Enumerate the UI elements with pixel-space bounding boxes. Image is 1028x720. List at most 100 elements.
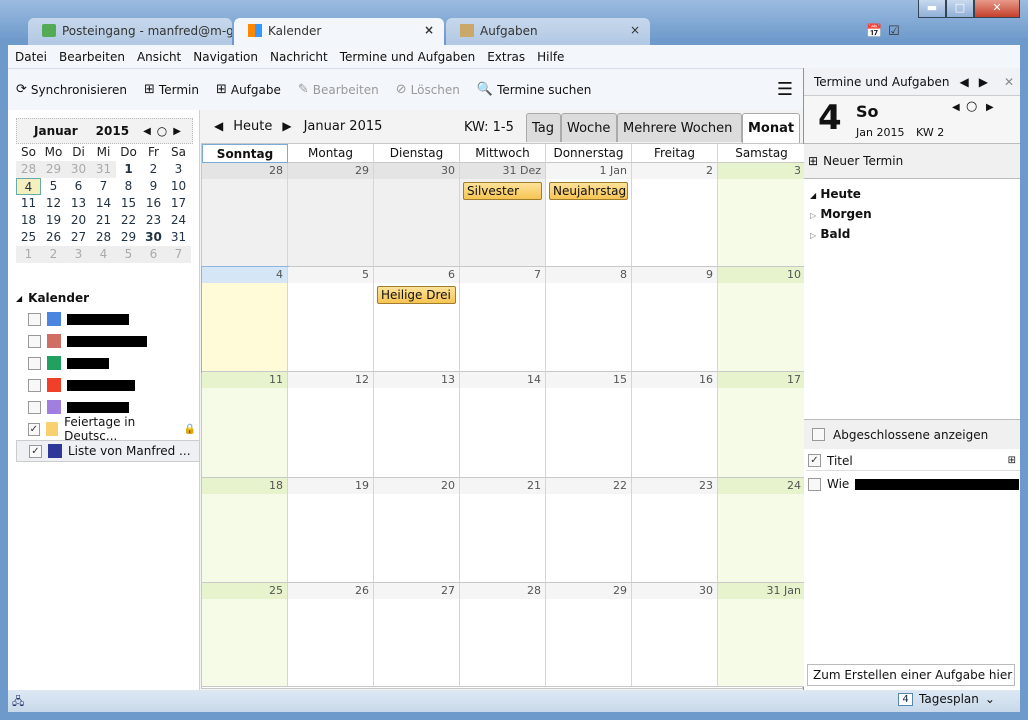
new-task-input[interactable]: Zum Erstellen einer Aufgabe hier klick (807, 664, 1015, 686)
new-event-button[interactable]: ⊞ Termin (144, 82, 199, 97)
minical-day[interactable]: 6 (141, 246, 166, 263)
delete-button[interactable]: ⊘ Löschen (396, 82, 460, 97)
day-cell[interactable]: 28 (460, 583, 546, 687)
minical-day[interactable]: 4 (91, 246, 116, 263)
edit-button[interactable]: ✎ Bearbeiten (298, 82, 379, 97)
minical-day[interactable]: 9 (141, 178, 166, 195)
today-circle-icon[interactable]: ○ (157, 124, 167, 138)
group-soon[interactable]: ▷ Bald (810, 225, 1020, 245)
event[interactable]: Neujahrstag (549, 182, 628, 200)
day-cell[interactable]: 19 (288, 478, 374, 583)
minical-day[interactable]: 2 (141, 161, 166, 178)
day-cell[interactable]: 2 (632, 163, 718, 267)
app-menu-button[interactable]: ☰ (777, 79, 793, 100)
minical-day[interactable]: 26 (41, 229, 66, 246)
minical-day[interactable]: 29 (41, 161, 66, 178)
day-cell[interactable]: 25 (202, 583, 288, 687)
calendar-item[interactable] (16, 308, 200, 330)
minical-day[interactable]: 23 (141, 212, 166, 229)
minical-day[interactable]: 7 (166, 246, 191, 263)
day-cell[interactable]: 30 (632, 583, 718, 687)
day-cell[interactable]: 10 (718, 267, 806, 372)
column-picker-icon[interactable]: ⊞ (1008, 455, 1016, 466)
minical-day[interactable]: 19 (41, 212, 66, 229)
minical-day[interactable]: 21 (91, 212, 116, 229)
minical-day[interactable]: 20 (66, 212, 91, 229)
next-icon[interactable]: ▶ (282, 119, 291, 133)
view-tab-monat[interactable]: Monat (742, 113, 800, 143)
task-row[interactable]: Wie (806, 474, 1020, 494)
close-tab-icon[interactable]: × (630, 23, 640, 37)
task-mode-icon[interactable]: ☑ (888, 24, 900, 39)
menu-bearbeiten[interactable]: Bearbeiten (59, 50, 125, 64)
menu-navigation[interactable]: Navigation (193, 50, 258, 64)
calendar-item[interactable] (16, 374, 200, 396)
calendar-item[interactable]: ✓ Liste von Manfred ... (16, 440, 200, 462)
minical-day[interactable]: 30 (66, 161, 91, 178)
day-cell[interactable]: 28 (202, 163, 288, 267)
day-cell[interactable]: 22 (546, 478, 632, 583)
day-cell[interactable]: 11 (202, 372, 288, 478)
minical-day[interactable]: 13 (66, 195, 91, 212)
minical-day[interactable]: 14 (91, 195, 116, 212)
minical-day[interactable]: 27 (66, 229, 91, 246)
minical-day[interactable]: 1 (16, 246, 41, 263)
day-cell[interactable]: 17 (718, 372, 806, 478)
minical-day[interactable]: 16 (141, 195, 166, 212)
show-completed-checkbox[interactable]: Abgeschlossene anzeigen (804, 419, 1020, 449)
minical-day[interactable]: 6 (66, 178, 91, 195)
day-cell[interactable]: 15 (546, 372, 632, 478)
minical-day[interactable]: 30 (141, 229, 166, 246)
minical-month[interactable]: Januar (34, 124, 78, 138)
calendar-item[interactable] (16, 330, 200, 352)
minical-day[interactable]: 25 (16, 229, 41, 246)
calendar-checkbox[interactable] (28, 334, 41, 348)
next-icon[interactable]: ▶ (979, 75, 988, 89)
menu-nachricht[interactable]: Nachricht (270, 50, 328, 64)
minical-day[interactable]: 3 (66, 246, 91, 263)
minical-day[interactable]: 4 (16, 178, 41, 195)
next-day-icon[interactable]: ▶ (986, 102, 994, 113)
menu-extras[interactable]: Extras (487, 50, 525, 64)
tab-tasks[interactable]: Aufgaben × (446, 18, 650, 45)
day-cell[interactable]: 23 (632, 478, 718, 583)
calendar-checkbox[interactable]: ✓ (28, 422, 40, 436)
view-tab-tag[interactable]: Tag (526, 113, 561, 142)
event[interactable]: Heilige Drei ... (377, 286, 456, 304)
minical-day[interactable]: 5 (116, 246, 141, 263)
menu-datei[interactable]: Datei (15, 50, 47, 64)
day-cell[interactable]: 1 Jan Neujahrstag (546, 163, 632, 267)
prev-month-icon[interactable]: ◀ (143, 126, 151, 137)
minical-day[interactable]: 31 (166, 229, 191, 246)
offline-status-icon[interactable]: 🖧 (12, 693, 24, 712)
view-tab-woche[interactable]: Woche (561, 113, 617, 142)
day-cell[interactable]: 27 (374, 583, 460, 687)
prev-icon[interactable]: ◀ (959, 75, 968, 89)
tab-calendar[interactable]: Kalender × (234, 18, 444, 45)
day-cell[interactable]: 29 (546, 583, 632, 687)
close-pane-icon[interactable]: ✕ (1004, 75, 1014, 89)
calendar-checkbox[interactable] (28, 400, 41, 414)
minical-day[interactable]: 8 (116, 178, 141, 195)
today-circle-icon[interactable]: ○ (966, 99, 977, 114)
minical-day[interactable]: 17 (166, 195, 191, 212)
minical-day[interactable]: 28 (91, 229, 116, 246)
minical-day[interactable]: 31 (91, 161, 116, 178)
day-cell[interactable]: 30 (374, 163, 460, 267)
day-cell[interactable]: 5 (288, 267, 374, 372)
new-event-button[interactable]: ⊞ Neuer Termin (804, 144, 1020, 179)
day-cell[interactable]: 3 (718, 163, 806, 267)
day-cell[interactable]: 13 (374, 372, 460, 478)
day-cell[interactable]: 4 (201, 266, 289, 373)
day-cell[interactable]: 16 (632, 372, 718, 478)
group-tomorrow[interactable]: ▷ Morgen (810, 205, 1020, 225)
menu-ansicht[interactable]: Ansicht (137, 50, 181, 64)
minical-day[interactable]: 3 (166, 161, 191, 178)
group-today[interactable]: ◢ Heute (810, 185, 1020, 205)
close-window-button[interactable]: ✕ (974, 0, 1020, 18)
minical-day[interactable]: 7 (91, 178, 116, 195)
minical-day[interactable]: 11 (16, 195, 41, 212)
view-tab-mehrere-wochen[interactable]: Mehrere Wochen (617, 113, 742, 142)
minical-day[interactable]: 28 (16, 161, 41, 178)
day-cell[interactable]: 18 (202, 478, 288, 583)
